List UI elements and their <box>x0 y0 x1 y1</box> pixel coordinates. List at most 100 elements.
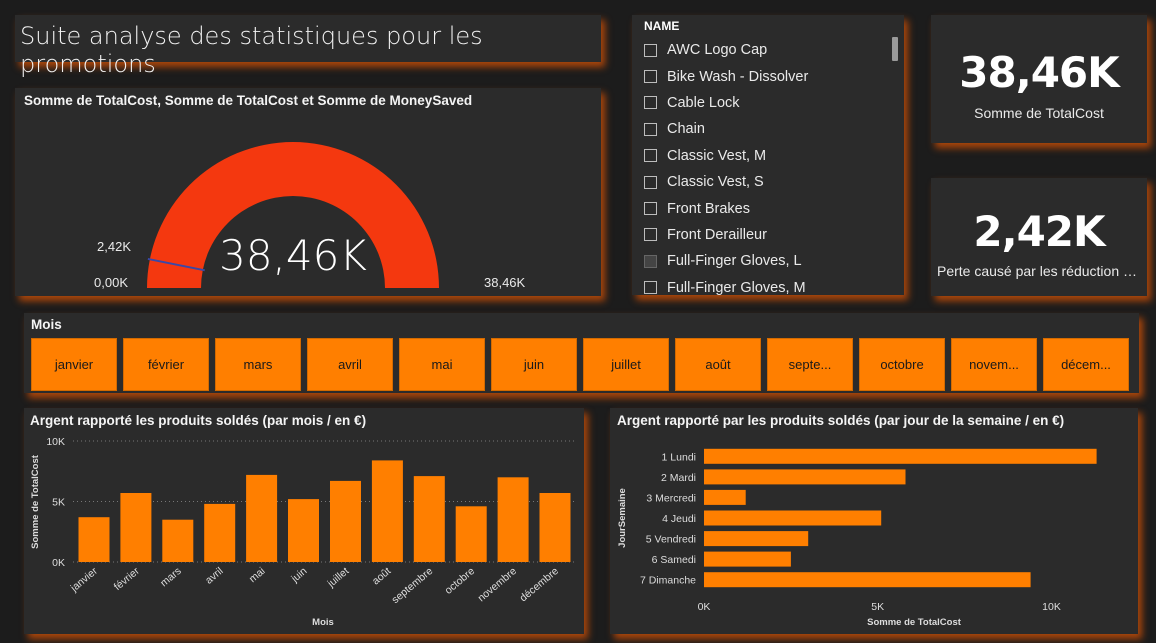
x-tick-label: avril <box>203 565 225 587</box>
bar[interactable] <box>78 517 110 562</box>
bar[interactable] <box>704 489 746 505</box>
monthly-chart-panel: Argent rapporté les produits soldés (par… <box>24 408 584 634</box>
bar[interactable] <box>455 506 487 562</box>
page-title: Suite analyse des statistiques pour les … <box>20 22 483 78</box>
slicer-item[interactable]: AWC Logo Cap <box>644 37 889 63</box>
slicer-item[interactable]: Classic Vest, M <box>644 143 889 169</box>
bar[interactable] <box>704 531 809 547</box>
slicer-item-label: Front Brakes <box>667 200 750 217</box>
weekday-chart-panel: Argent rapporté par les produits soldés … <box>610 408 1138 634</box>
gauge-min-label: 0,00K <box>94 275 128 290</box>
y-axis-title: JourSemaine <box>617 488 628 548</box>
month-tile[interactable]: avril <box>307 338 393 391</box>
slicer-item-label: Full-Finger Gloves, M <box>667 279 806 296</box>
checkbox[interactable] <box>644 122 657 136</box>
y-tick-label: 0K <box>52 557 65 569</box>
bar[interactable] <box>204 503 236 562</box>
y-tick-label: 5 Vendredi <box>646 534 696 546</box>
bar[interactable] <box>704 469 906 485</box>
checkbox[interactable] <box>644 43 657 57</box>
bar[interactable] <box>371 460 403 562</box>
slicer-item-label: Classic Vest, S <box>667 174 764 191</box>
gauge-target-label: 2,42K <box>97 239 131 254</box>
gauge-chart: 38,46K 0,00K 38,46K 2,42K <box>94 142 526 290</box>
x-tick-label: août <box>370 565 393 587</box>
bar[interactable] <box>246 474 278 562</box>
slicer-item-label: Bike Wash - Dissolver <box>667 68 809 85</box>
checkbox[interactable] <box>644 202 657 216</box>
slicer-item-label: Chain <box>667 121 705 138</box>
month-tile[interactable]: mai <box>399 338 485 391</box>
checkbox[interactable] <box>644 228 657 242</box>
slicer-item-label: Classic Vest, M <box>667 147 767 164</box>
y-tick-label: 1 Lundi <box>662 451 696 463</box>
bar[interactable] <box>704 448 1097 464</box>
bar[interactable] <box>162 519 194 562</box>
slicer-scrollbar[interactable] <box>892 37 898 61</box>
card-totalcost-value: 38,46K <box>959 48 1119 97</box>
y-tick-label: 2 Mardi <box>661 472 696 484</box>
bar[interactable] <box>539 493 571 562</box>
checkbox[interactable] <box>644 96 657 110</box>
month-tile[interactable]: janvier <box>31 338 117 391</box>
weekday-bar-chart: 1 Lundi 2 Mardi 3 Mercredi 4 Jeudi 5 Vendred… <box>617 448 1097 628</box>
slicer-item-label: Cable Lock <box>667 94 740 111</box>
x-tick-label: 0K <box>698 601 711 613</box>
bar[interactable] <box>497 477 529 562</box>
slicer-item[interactable]: Classic Vest, S <box>644 169 889 195</box>
month-tile[interactable]: août <box>675 338 761 391</box>
month-tile[interactable]: juillet <box>583 338 669 391</box>
bar[interactable] <box>120 493 152 562</box>
month-tile[interactable]: février <box>123 338 209 391</box>
x-tick-label: novembre <box>476 565 520 604</box>
bar[interactable] <box>704 572 1031 588</box>
month-slicer-title: Mois <box>31 317 62 332</box>
checkbox[interactable] <box>644 175 657 189</box>
slicer-item-label: AWC Logo Cap <box>667 42 768 59</box>
slicer-item[interactable]: Full-Finger Gloves, M <box>644 275 889 299</box>
slicer-item[interactable]: Chain <box>644 116 889 142</box>
slicer-item-label: Front Derailleur <box>667 226 767 243</box>
bar[interactable] <box>704 510 882 526</box>
card-loss-label: Perte causé par les réduction (e... <box>937 263 1147 279</box>
card-totalcost-label: Somme de TotalCost <box>974 105 1104 121</box>
slicer-item[interactable]: Cable Lock <box>644 90 889 116</box>
bar[interactable] <box>330 480 361 562</box>
checkbox[interactable] <box>644 70 657 84</box>
slicer-item[interactable]: Front Derailleur <box>644 222 889 248</box>
month-tile[interactable]: octobre <box>859 338 945 391</box>
y-axis-title: Somme de TotalCost <box>30 454 41 549</box>
name-slicer: NAME AWC Logo Cap Bike Wash - Dissolver Ca… <box>632 15 904 296</box>
slicer-list: AWC Logo Cap Bike Wash - Dissolver Cable L… <box>644 37 889 299</box>
checkbox[interactable] <box>644 281 657 295</box>
title-panel: Suite analyse des statistiques pour les … <box>15 15 601 78</box>
x-tick-label: décembre <box>517 565 561 604</box>
x-tick-label: janvier <box>68 565 101 595</box>
x-tick-label: 10K <box>1042 601 1061 613</box>
slicer-item[interactable]: Front Brakes <box>644 195 889 221</box>
month-tile[interactable]: juin <box>491 338 577 391</box>
x-tick-label: octobre <box>443 565 478 597</box>
checkbox[interactable] <box>644 254 657 268</box>
x-tick-label: mai <box>247 565 268 585</box>
card-loss-value: 2,42K <box>973 207 1105 256</box>
x-axis-title: Somme de TotalCost <box>867 617 962 628</box>
month-tile[interactable]: novem... <box>951 338 1037 391</box>
bar[interactable] <box>288 499 319 562</box>
slicer-item[interactable]: Full-Finger Gloves, L <box>644 248 889 274</box>
checkbox[interactable] <box>644 149 657 163</box>
month-tile[interactable]: mars <box>215 338 301 391</box>
bar[interactable] <box>704 551 791 567</box>
slicer-item[interactable]: Bike Wash - Dissolver <box>644 63 889 89</box>
bar[interactable] <box>413 476 445 562</box>
kpi-card-totalcost: 38,46K Somme de TotalCost <box>931 15 1147 143</box>
y-tick-label: 7 Dimanche <box>640 575 696 587</box>
y-tick-label: 6 Samedi <box>652 554 696 566</box>
month-tile[interactable]: décem... <box>1043 338 1129 391</box>
y-tick-label: 4 Jeudi <box>662 513 696 525</box>
gauge-max-label: 38,46K <box>484 275 526 290</box>
x-tick-label: mars <box>158 565 184 589</box>
y-tick-label: 3 Mercredi <box>646 492 696 504</box>
month-tile[interactable]: septe... <box>767 338 853 391</box>
x-tick-label: septembre <box>390 565 436 606</box>
